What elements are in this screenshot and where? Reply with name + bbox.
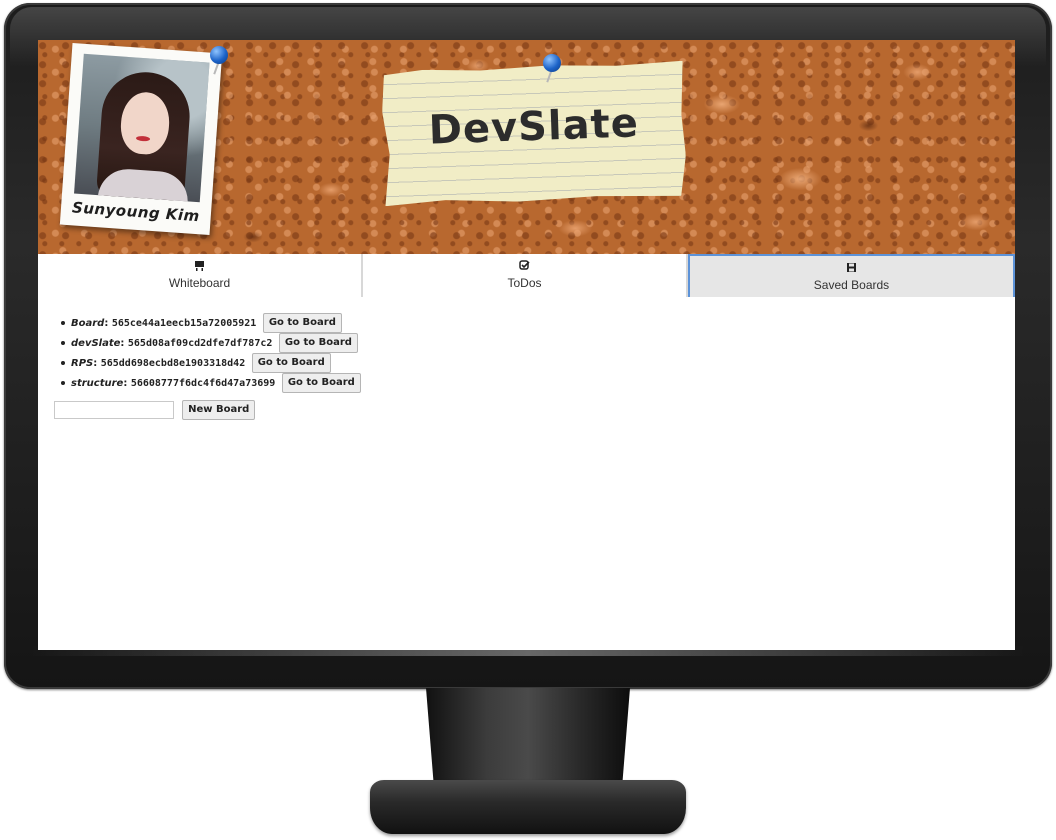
- go-to-board-button[interactable]: Go to Board: [262, 313, 342, 333]
- board-name: Board: [71, 318, 105, 329]
- board-list: Board: 565ce44a1eecb15a72005921 Go to Bo…: [38, 297, 1015, 393]
- new-board-input[interactable]: [54, 400, 174, 419]
- save-icon: [690, 262, 1013, 276]
- profile-name: Sunyoung Kim: [71, 198, 201, 226]
- tab-bar: Whiteboard ToDos Saved Boards: [38, 254, 1015, 297]
- new-board-button[interactable]: New Board: [182, 399, 256, 420]
- tab-todos[interactable]: ToDos: [363, 254, 688, 297]
- check-square-icon: [363, 260, 686, 274]
- monitor-stand-base: [370, 780, 686, 834]
- go-to-board-button[interactable]: Go to Board: [251, 353, 331, 373]
- app-title: DevSlate: [427, 100, 640, 154]
- board-id: 565dd698ecbd8e1903318d42: [100, 358, 246, 369]
- pushpin-icon: [208, 46, 230, 76]
- board-name: structure: [71, 378, 124, 389]
- board-id: 56608777f6dc4f6d47a73699: [130, 378, 276, 389]
- whiteboard-icon: [38, 260, 361, 274]
- profile-polaroid: Sunyoung Kim: [59, 42, 223, 236]
- board-id: 565d08af09cd2dfe7df787c2: [127, 338, 273, 349]
- pushpin-icon: [541, 54, 563, 84]
- tab-label: Whiteboard: [168, 276, 231, 290]
- title-note: DevSlate: [381, 61, 688, 206]
- list-item: RPS: 565dd698ecbd8e1903318d42 Go to Boar…: [61, 353, 1015, 373]
- go-to-board-button[interactable]: Go to Board: [278, 333, 358, 353]
- list-item: structure: 56608777f6dc4f6d47a73699 Go t…: [61, 373, 1015, 393]
- list-item: devSlate: 565d08af09cd2dfe7df787c2 Go to…: [61, 333, 1015, 353]
- tab-label: ToDos: [507, 276, 542, 290]
- board-name: devSlate: [71, 338, 121, 349]
- board-id: 565ce44a1eecb15a72005921: [111, 318, 257, 329]
- new-board-row: New Board: [54, 399, 256, 420]
- go-to-board-button[interactable]: Go to Board: [281, 373, 361, 393]
- tab-whiteboard[interactable]: Whiteboard: [38, 254, 363, 297]
- tab-label: Saved Boards: [813, 278, 890, 292]
- board-name: RPS: [71, 358, 94, 369]
- saved-boards-panel: Board: 565ce44a1eecb15a72005921 Go to Bo…: [38, 297, 1015, 420]
- list-item: Board: 565ce44a1eecb15a72005921 Go to Bo…: [61, 313, 1015, 333]
- corkboard-header: Sunyoung Kim DevSlate: [38, 40, 1015, 254]
- profile-photo: [74, 53, 210, 203]
- monitor-stand-neck: [426, 688, 630, 790]
- tab-saved-boards[interactable]: Saved Boards: [688, 254, 1015, 297]
- screen: Sunyoung Kim DevSlate Whiteboard ToDos S…: [38, 40, 1015, 650]
